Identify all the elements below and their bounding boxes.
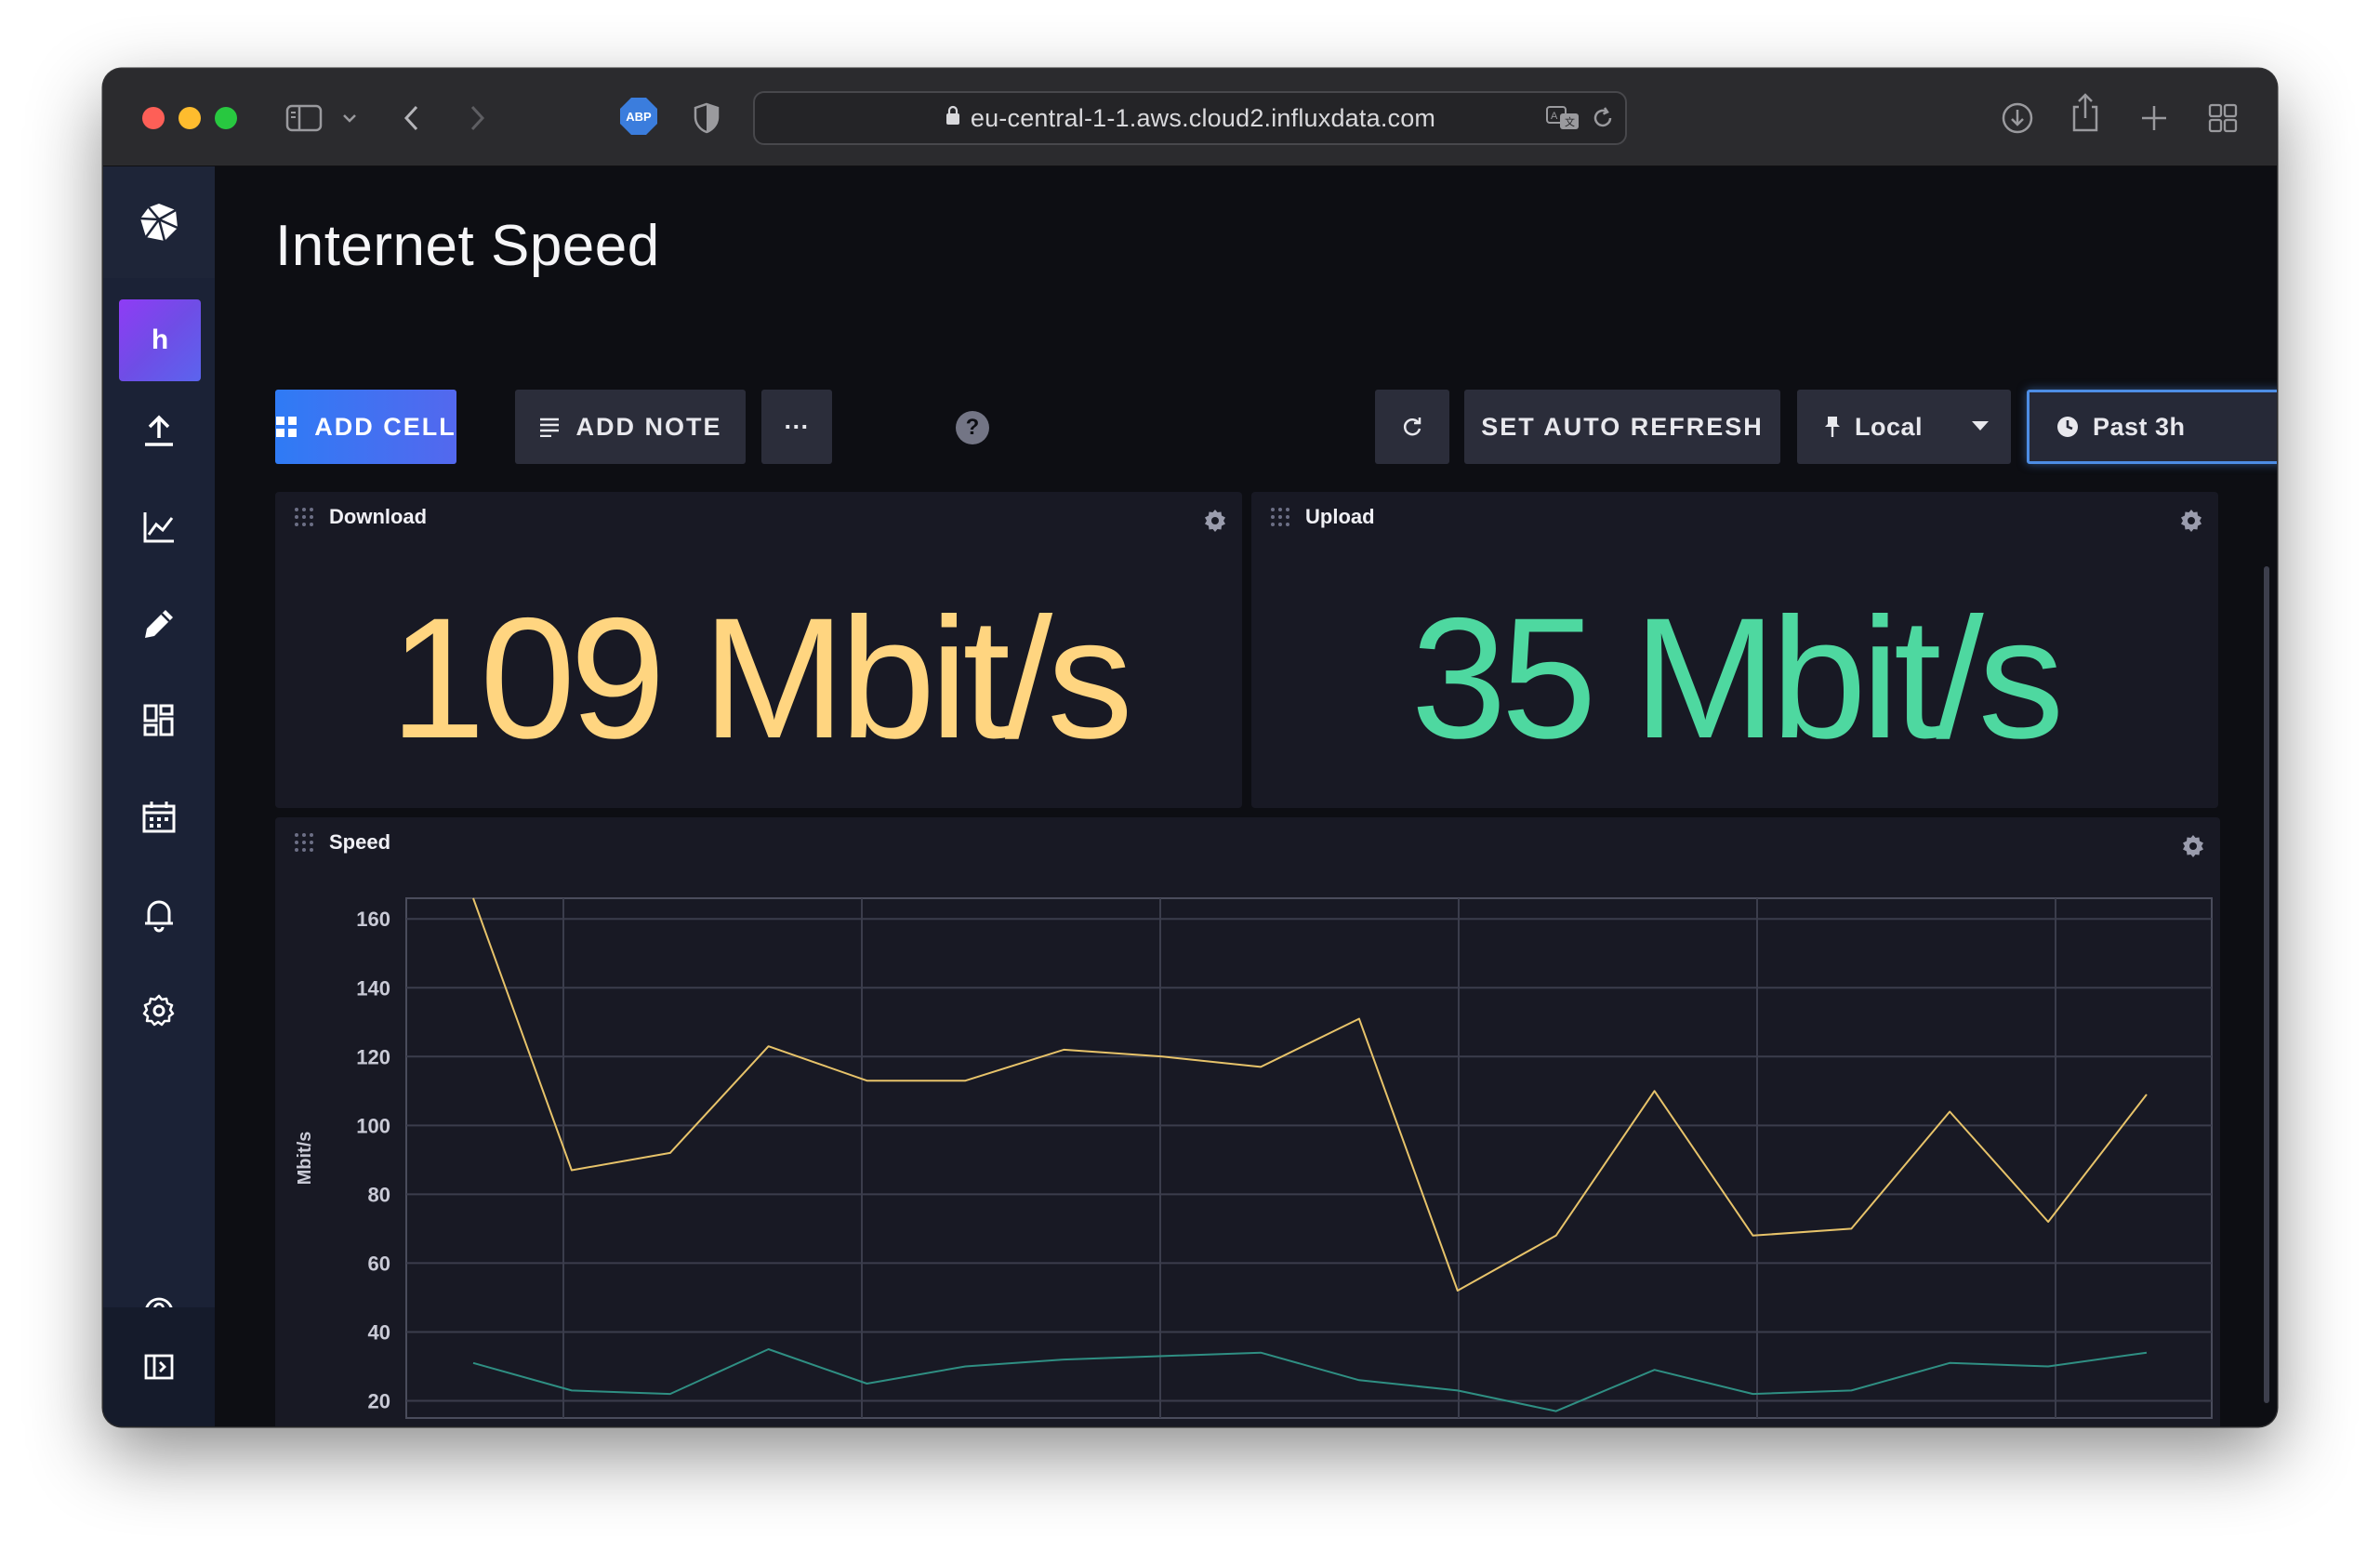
lock-icon	[945, 104, 961, 133]
cell-settings-gear-icon[interactable]	[2179, 509, 2203, 537]
new-tab-icon[interactable]	[2138, 100, 2170, 136]
privacy-shield-icon[interactable]	[693, 100, 721, 136]
drag-handle-icon[interactable]	[1270, 507, 1290, 527]
y-tick-label: 160	[356, 908, 390, 931]
sidebar-footer	[103, 1307, 215, 1426]
org-avatar[interactable]: h	[119, 299, 201, 381]
translate-icon[interactable]: A文	[1545, 100, 1580, 136]
browser-titlebar: ABP eu-central-1-1.aws.cloud2.influxdata…	[103, 69, 2277, 166]
zoom-window-button[interactable]	[215, 107, 237, 129]
upload-cell: Upload 35 Mbit/s	[1251, 492, 2218, 808]
timezone-value: Local	[1855, 412, 1924, 441]
add-note-button[interactable]: ADD NOTE	[515, 390, 746, 464]
upload-value: 35 Mbit/s	[1410, 583, 2065, 775]
app-sidebar: h	[103, 166, 215, 1426]
y-tick-label: 60	[368, 1252, 390, 1275]
timezone-dropdown[interactable]: Local	[1797, 390, 2011, 464]
sidebar-toggle-icon[interactable]	[285, 100, 323, 136]
tab-overview-icon[interactable]	[2207, 100, 2239, 136]
download-series-line	[472, 897, 2148, 1292]
chevron-down-icon[interactable]	[340, 100, 359, 136]
speed-cell: Speed 20 40 60 80 100 120 140 160 Mbit/s	[275, 817, 2220, 1426]
share-icon[interactable]	[2069, 93, 2101, 132]
y-tick-label: 40	[368, 1320, 390, 1344]
browser-window: ABP eu-central-1-1.aws.cloud2.influxdata…	[103, 69, 2277, 1426]
y-axis-label: Mbit/s	[295, 1132, 315, 1186]
cell-title[interactable]: Download	[329, 505, 427, 529]
close-window-button[interactable]	[142, 107, 165, 129]
alerts-bell-icon[interactable]	[103, 877, 215, 951]
forward-arrow-icon[interactable]	[466, 100, 488, 136]
data-explorer-icon[interactable]	[103, 490, 215, 564]
add-note-label: ADD NOTE	[575, 412, 722, 441]
dashboard-main: Internet Speed ADD CELL ADD NOTE ··· ? S…	[215, 166, 2277, 1426]
y-tick-label: 100	[356, 1114, 390, 1137]
expand-sidebar-icon[interactable]	[103, 1330, 215, 1404]
drag-handle-icon[interactable]	[294, 507, 314, 527]
minimize-window-button[interactable]	[178, 107, 201, 129]
download-cell: Download 109 Mbit/s	[275, 492, 1242, 808]
plot-frame	[405, 897, 2213, 1419]
add-cell-label: ADD CELL	[314, 412, 456, 441]
refresh-button[interactable]	[1375, 390, 1449, 464]
time-range-dropdown[interactable]: Past 3h	[2027, 390, 2277, 464]
load-data-icon[interactable]	[103, 393, 215, 468]
adblock-extension-icon[interactable]: ABP	[620, 98, 657, 135]
downloads-icon[interactable]	[2000, 100, 2035, 136]
sidebar-logo-area	[103, 166, 215, 278]
note-lines-icon	[539, 418, 559, 437]
time-range-value: Past 3h	[2093, 412, 2186, 441]
svg-text:文: 文	[1565, 115, 1575, 128]
y-tick-label: 120	[356, 1045, 390, 1068]
upload-series-line	[472, 1348, 2148, 1412]
clock-icon	[2057, 417, 2078, 437]
address-bar[interactable]: eu-central-1-1.aws.cloud2.influxdata.com…	[753, 91, 1627, 145]
svg-text:A: A	[1551, 111, 1558, 122]
url-text: eu-central-1-1.aws.cloud2.influxdata.com	[970, 103, 1436, 132]
more-options-button[interactable]: ···	[761, 390, 832, 464]
pin-icon	[1825, 417, 1840, 437]
add-cell-button[interactable]: ADD CELL	[275, 390, 456, 464]
grid-icon	[276, 417, 298, 437]
settings-gear-icon[interactable]	[103, 974, 215, 1048]
y-tick-label: 80	[368, 1183, 390, 1206]
speed-line-chart[interactable]: 20 40 60 80 100 120 140 160 Mbit/s	[275, 817, 2220, 1426]
y-tick-label: 20	[368, 1389, 390, 1412]
back-arrow-icon[interactable]	[401, 100, 423, 136]
notebook-pencil-icon[interactable]	[103, 587, 215, 661]
y-tick-label: 140	[356, 976, 390, 1000]
set-auto-refresh-button[interactable]: SET AUTO REFRESH	[1464, 390, 1780, 464]
refresh-icon	[1403, 418, 1421, 436]
page-title[interactable]: Internet Speed	[275, 213, 660, 279]
download-value: 109 Mbit/s	[390, 583, 1132, 775]
dashboards-icon[interactable]	[103, 683, 215, 758]
cell-settings-gear-icon[interactable]	[1203, 509, 1227, 537]
help-circle-icon[interactable]: ?	[956, 411, 989, 444]
tasks-calendar-icon[interactable]	[103, 780, 215, 855]
vertical-scrollbar[interactable]	[2264, 566, 2269, 1403]
influxdb-logo-icon[interactable]	[103, 185, 215, 259]
reload-icon[interactable]	[1590, 100, 1616, 136]
cell-title[interactable]: Upload	[1305, 505, 1375, 529]
caret-down-icon	[1972, 421, 1989, 431]
